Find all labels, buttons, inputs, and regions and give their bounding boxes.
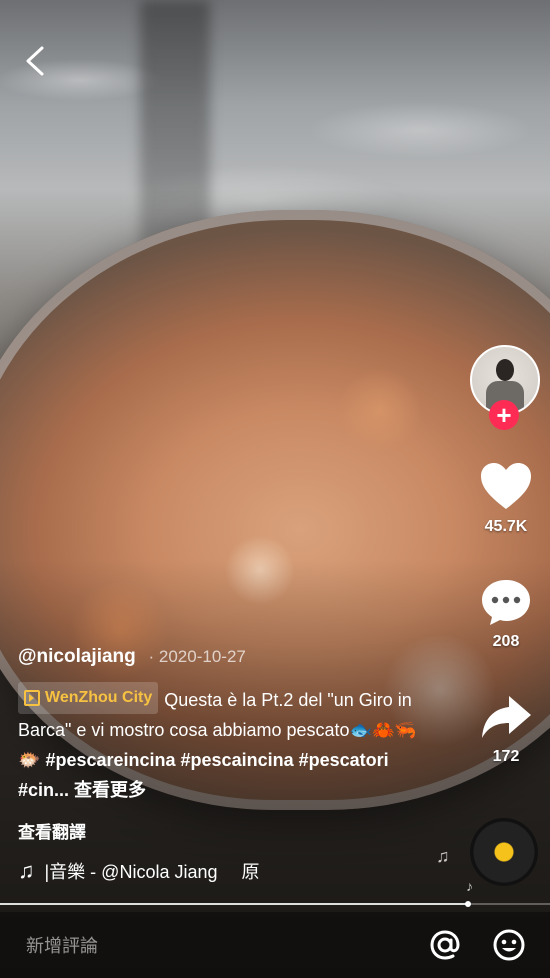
video-progress-bar[interactable] (0, 901, 550, 907)
avatar-head (496, 359, 514, 381)
like-count: 45.7K (484, 518, 528, 535)
hashtag[interactable]: #cin... (18, 780, 69, 800)
hashtag[interactable]: #pescaincina (181, 750, 294, 770)
location-icon (24, 690, 40, 706)
location-tag[interactable]: WenZhou City (18, 682, 159, 714)
comment-input[interactable]: 新增評論 (26, 932, 98, 958)
share-count: 172 (492, 748, 520, 765)
see-more-link[interactable]: 查看更多 (74, 780, 146, 800)
post-description: WenZhou City Questa è la Pt.2 del "un Gir… (18, 682, 438, 805)
author-row: @nicolajiang · 2020-10-27 (18, 646, 246, 667)
comment-button[interactable]: 208 (475, 577, 537, 651)
progress-fill (0, 903, 468, 905)
heart-icon[interactable] (479, 462, 533, 512)
author-username[interactable]: @nicolajiang (18, 646, 136, 667)
music-disc-icon[interactable] (470, 818, 538, 886)
share-icon[interactable] (479, 692, 533, 742)
post-date: 2020-10-27 (158, 647, 246, 666)
comment-icon[interactable] (479, 577, 533, 627)
plus-icon: + (496, 400, 512, 430)
emoji-icon[interactable] (492, 928, 526, 962)
like-button[interactable]: 45.7K (475, 462, 537, 536)
share-button[interactable]: 172 (475, 692, 537, 766)
back-arrow-icon[interactable] (20, 44, 50, 78)
floating-note-icon: ♪ (466, 878, 473, 894)
progress-knob[interactable] (464, 901, 471, 907)
comment-bar: 新增評論 (0, 912, 550, 978)
music-original-label: 原 (241, 862, 260, 882)
hashtag[interactable]: #pescatori (299, 750, 389, 770)
follow-button[interactable]: + (489, 400, 519, 430)
caption-block: @nicolajiang · 2020-10-27 WenZhou City Qu… (18, 646, 438, 805)
see-translation-link[interactable]: 查看翻譯 (18, 818, 86, 843)
author-avatar-block[interactable]: + (470, 345, 542, 435)
location-label: WenZhou City (45, 689, 153, 706)
comment-count: 208 (492, 633, 520, 650)
at-icon[interactable] (428, 928, 462, 962)
music-label: |音樂 - @Nicola Jiang (44, 862, 218, 882)
music-row[interactable]: ♫ |音樂 - @Nicola Jiang 原 (18, 858, 260, 884)
music-note-icon: ♫ (18, 858, 35, 883)
hashtag[interactable]: #pescareincina (45, 750, 175, 770)
floating-note-icon: ♫ (436, 846, 450, 866)
